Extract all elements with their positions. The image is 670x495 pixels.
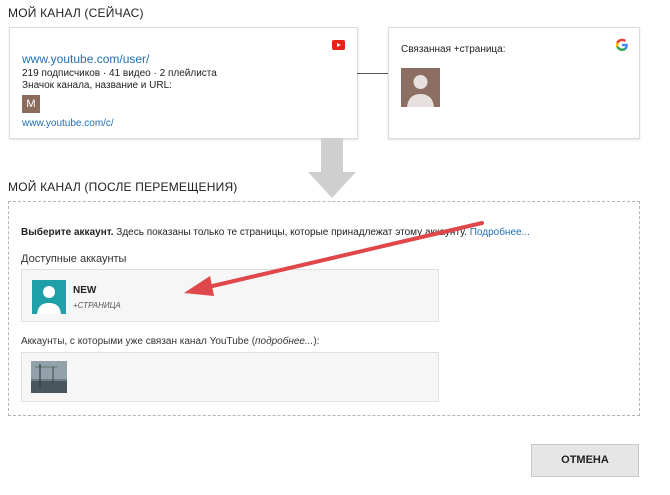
linked-account-thumbnail — [31, 361, 67, 393]
annotation-arrow-icon — [180, 220, 490, 300]
current-channel-card: www.youtube.com/user/ 219 подписчиков · … — [9, 27, 358, 139]
after-move-title: МОЙ КАНАЛ (ПОСЛЕ ПЕРЕМЕЩЕНИЯ) — [8, 180, 238, 194]
account-avatar — [32, 280, 66, 314]
available-accounts-label: Доступные аккаунты — [21, 253, 127, 265]
channel-url-link[interactable]: www.youtube.com/user/ — [22, 52, 149, 66]
cancel-button[interactable]: ОТМЕНА — [531, 444, 639, 477]
short-url-link[interactable]: www.youtube.com/c/ — [22, 118, 114, 129]
linked-accounts-label: Аккаунты, с которыми уже связан канал Yo… — [21, 336, 320, 347]
channel-stats: 219 подписчиков · 41 видео · 2 плейлиста — [22, 68, 217, 79]
channel-avatar: M — [22, 95, 40, 113]
channel-icon-line: Значок канала, название и URL: — [22, 80, 172, 91]
linked-page-avatar — [401, 68, 440, 107]
down-arrow-icon — [308, 138, 356, 198]
account-name: NEW — [73, 285, 97, 296]
linked-account-row[interactable] — [21, 352, 439, 402]
linked-more-link[interactable]: подробнее... — [255, 336, 313, 347]
linked-page-card: Связанная +страница: — [388, 27, 640, 139]
account-type: +СТРАНИЦА — [73, 301, 121, 310]
google-icon — [615, 38, 629, 52]
current-channel-title: МОЙ КАНАЛ (СЕЙЧАС) — [8, 6, 144, 20]
connector-line — [357, 73, 388, 74]
linked-page-label: Связанная +страница: — [401, 44, 506, 55]
youtube-icon — [332, 40, 345, 50]
